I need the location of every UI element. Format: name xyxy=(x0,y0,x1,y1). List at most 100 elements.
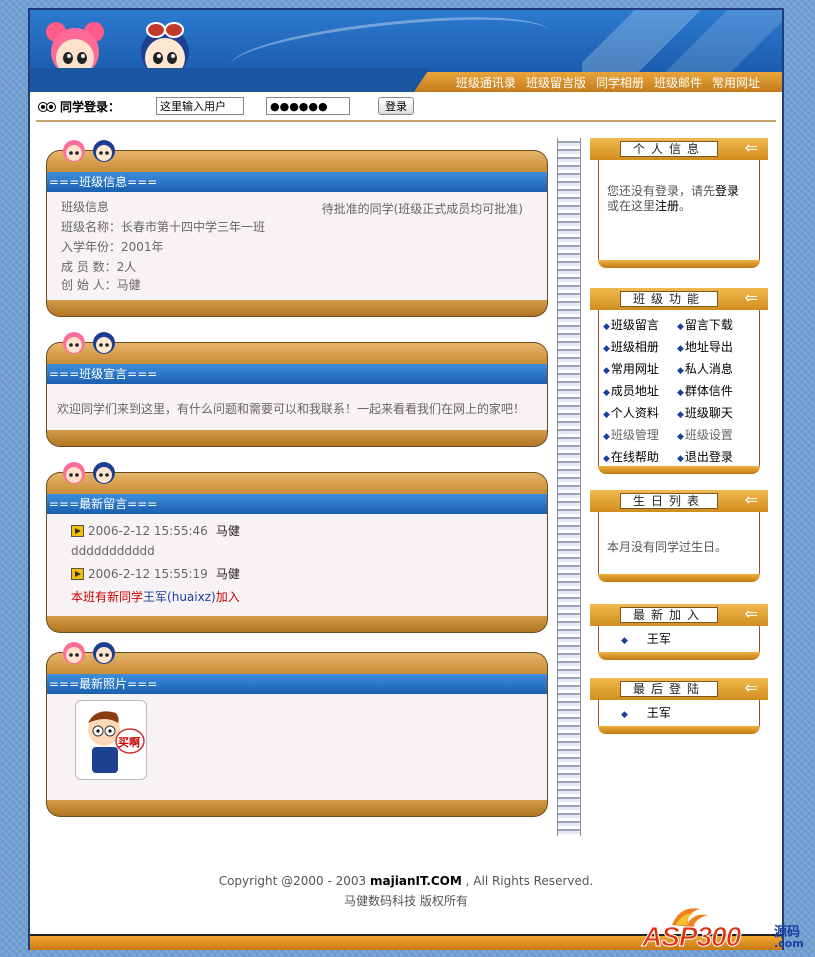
photos-title-bar: ===最新照片=== xyxy=(46,674,548,694)
func-album[interactable]: ◆班级相册 xyxy=(603,338,677,355)
left-arrow-icon: ⇐ xyxy=(744,490,758,509)
register-prompt-text: 或在这里 xyxy=(607,199,656,213)
diamond-icon: ◆ xyxy=(677,344,684,354)
photo-bubble-text: 买啊 xyxy=(118,736,140,749)
watermark-brand: ASP300 xyxy=(641,921,741,953)
class-info-body: 班级信息 待批准的同学(班级正式成员均可批准) 班级名称：长春市第十四中学三年一… xyxy=(46,192,548,300)
left-arrow-icon: ⇐ xyxy=(744,678,758,697)
box-footer xyxy=(46,616,548,633)
func-urls[interactable]: ◆常用网址 xyxy=(603,360,677,377)
login-label-text: 同学登录： xyxy=(60,100,121,114)
new-member-id: (huaixz) xyxy=(167,590,216,604)
newest-title: 最新加入 xyxy=(620,607,718,623)
asp300-watermark: ASP300 源码 .com xyxy=(641,903,810,953)
password-input[interactable] xyxy=(266,97,350,115)
nav-link-guestbook[interactable]: 班级留言版 xyxy=(526,74,586,91)
photo-thumbnail[interactable]: 买啊 xyxy=(75,700,147,780)
prompt-end: 。 xyxy=(679,199,692,213)
latest-photos-box: ===最新照片=== 买啊 xyxy=(46,642,548,818)
left-arrow-icon: ⇐ xyxy=(744,138,758,157)
func-profile[interactable]: ◆个人资料 xyxy=(603,404,677,421)
diamond-icon: ◆ xyxy=(621,636,628,646)
panel-footer xyxy=(598,652,760,660)
box-footer xyxy=(46,430,548,447)
brand-link[interactable]: majianIT.COM xyxy=(370,874,462,888)
divider xyxy=(36,120,776,122)
copyright-prefix: Copyright @2000 - 2003 xyxy=(218,874,371,888)
member-count: 成 员 数：2人 xyxy=(61,260,137,274)
message-time: 2006-2-12 15:55:19 xyxy=(88,566,208,581)
func-group-mail[interactable]: ◆群体信件 xyxy=(677,382,757,399)
func-download-messages[interactable]: ◆留言下载 xyxy=(677,316,757,333)
func-chat[interactable]: ◆班级聊天 xyxy=(677,404,757,421)
enrollment-year: 入学年份：2001年 xyxy=(61,240,164,254)
func-guestbook[interactable]: ◆班级留言 xyxy=(603,316,677,333)
last-login-title: 最后登陆 xyxy=(620,681,718,697)
func-settings[interactable]: ◆班级设置 xyxy=(677,426,757,443)
new-member-suffix: 加入 xyxy=(215,590,240,604)
func-member-address[interactable]: ◆成员地址 xyxy=(603,382,677,399)
announcement-title: ===班级宣言=== xyxy=(49,367,158,381)
login-link[interactable]: 登录 xyxy=(715,184,739,198)
mascot-faces-icon xyxy=(63,140,115,162)
messages-title: ===最新留言=== xyxy=(49,497,158,511)
panel-footer xyxy=(598,574,760,582)
nav-link-contacts[interactable]: 班级通讯录 xyxy=(456,74,516,91)
register-link[interactable]: 注册 xyxy=(655,199,679,213)
newest-member-name: 王军 xyxy=(646,632,671,646)
birthday-text: 本月没有同学过生日。 xyxy=(607,540,728,554)
newest-member-item[interactable]: ◆ 王军 xyxy=(621,630,671,647)
message-author: 马健 xyxy=(215,524,240,538)
login-prompt: 您还没有登录，请先登录 或在这里注册。 xyxy=(607,184,757,214)
nav-link-mail[interactable]: 班级邮件 xyxy=(654,74,702,91)
class-founder: 创 始 人：马健 xyxy=(61,278,141,292)
message-author: 马健 xyxy=(215,567,240,581)
announcement-box: ===班级宣言=== 欢迎同学们来到这里，有什么问题和需要可以和我联系！一起来看… xyxy=(46,332,548,447)
message-item[interactable]: 2006-2-12 15:55:46 马健 xyxy=(71,522,240,539)
notebook-spiral xyxy=(557,138,581,836)
class-info-heading: 班级信息 xyxy=(61,200,110,214)
func-help[interactable]: ◆在线帮助 xyxy=(603,448,677,465)
birthday-body: 本月没有同学过生日。 xyxy=(598,512,760,574)
last-login-body: ◆ 王军 xyxy=(598,700,760,726)
login-label: 同学登录： xyxy=(38,98,120,115)
func-logout[interactable]: ◆退出登录 xyxy=(677,448,757,465)
last-login-name: 王军 xyxy=(646,706,671,720)
last-login-item[interactable]: ◆ 王军 xyxy=(621,704,671,721)
nav-link-album[interactable]: 同学相册 xyxy=(596,74,644,91)
message-content: ddddddddddd xyxy=(71,544,155,558)
personal-info-title: 个人信息 xyxy=(620,141,718,157)
func-private-message[interactable]: ◆私人消息 xyxy=(677,360,757,377)
diamond-icon: ◆ xyxy=(677,454,684,464)
left-arrow-icon: ⇐ xyxy=(744,604,758,623)
new-member-name-link[interactable]: 王军 xyxy=(143,590,167,604)
diamond-icon: ◆ xyxy=(677,410,684,420)
login-button[interactable]: 登录 xyxy=(378,97,414,115)
diamond-icon: ◆ xyxy=(603,388,610,398)
class-info-box: ===班级信息=== 班级信息 待批准的同学(班级正式成员均可批准) 班级名称：… xyxy=(46,140,548,317)
pending-approval-link[interactable]: 待批准的同学(班级正式成员均可批准) xyxy=(322,200,523,217)
panel-header: 个人信息 ⇐ xyxy=(590,138,768,160)
functions-title: 班级功能 xyxy=(620,291,718,307)
username-input[interactable] xyxy=(156,97,244,115)
func-export-address[interactable]: ◆地址导出 xyxy=(677,338,757,355)
diamond-icon: ◆ xyxy=(677,388,684,398)
panel-header: 班级功能 ⇐ xyxy=(590,288,768,310)
nav-bar-lip xyxy=(30,68,430,92)
login-prompt-text: 您还没有登录，请先 xyxy=(607,184,716,198)
announcement-text: 欢迎同学们来到这里，有什么问题和需要可以和我联系！一起来看看我们在网上的家吧！ xyxy=(57,402,526,416)
panel-header: 最新加入 ⇐ xyxy=(590,604,768,626)
birthday-title: 生日列表 xyxy=(620,493,718,509)
new-member-prefix: 本班有新同学 xyxy=(71,590,144,604)
copyright-line: Copyright @2000 - 2003 majianIT.COM , Al… xyxy=(30,874,782,888)
newest-body: ◆ 王军 xyxy=(598,626,760,652)
diamond-icon: ◆ xyxy=(603,454,610,464)
func-manage[interactable]: ◆班级管理 xyxy=(603,426,677,443)
message-item[interactable]: 2006-2-12 15:55:19 马健 xyxy=(71,565,240,582)
personal-info-body: 您还没有登录，请先登录 或在这里注册。 xyxy=(598,160,760,260)
diamond-icon: ◆ xyxy=(677,432,684,442)
diamond-icon: ◆ xyxy=(677,366,684,376)
box-footer xyxy=(46,800,548,817)
nav-link-urls[interactable]: 常用网址 xyxy=(712,74,760,91)
play-arrow-icon xyxy=(71,524,84,537)
